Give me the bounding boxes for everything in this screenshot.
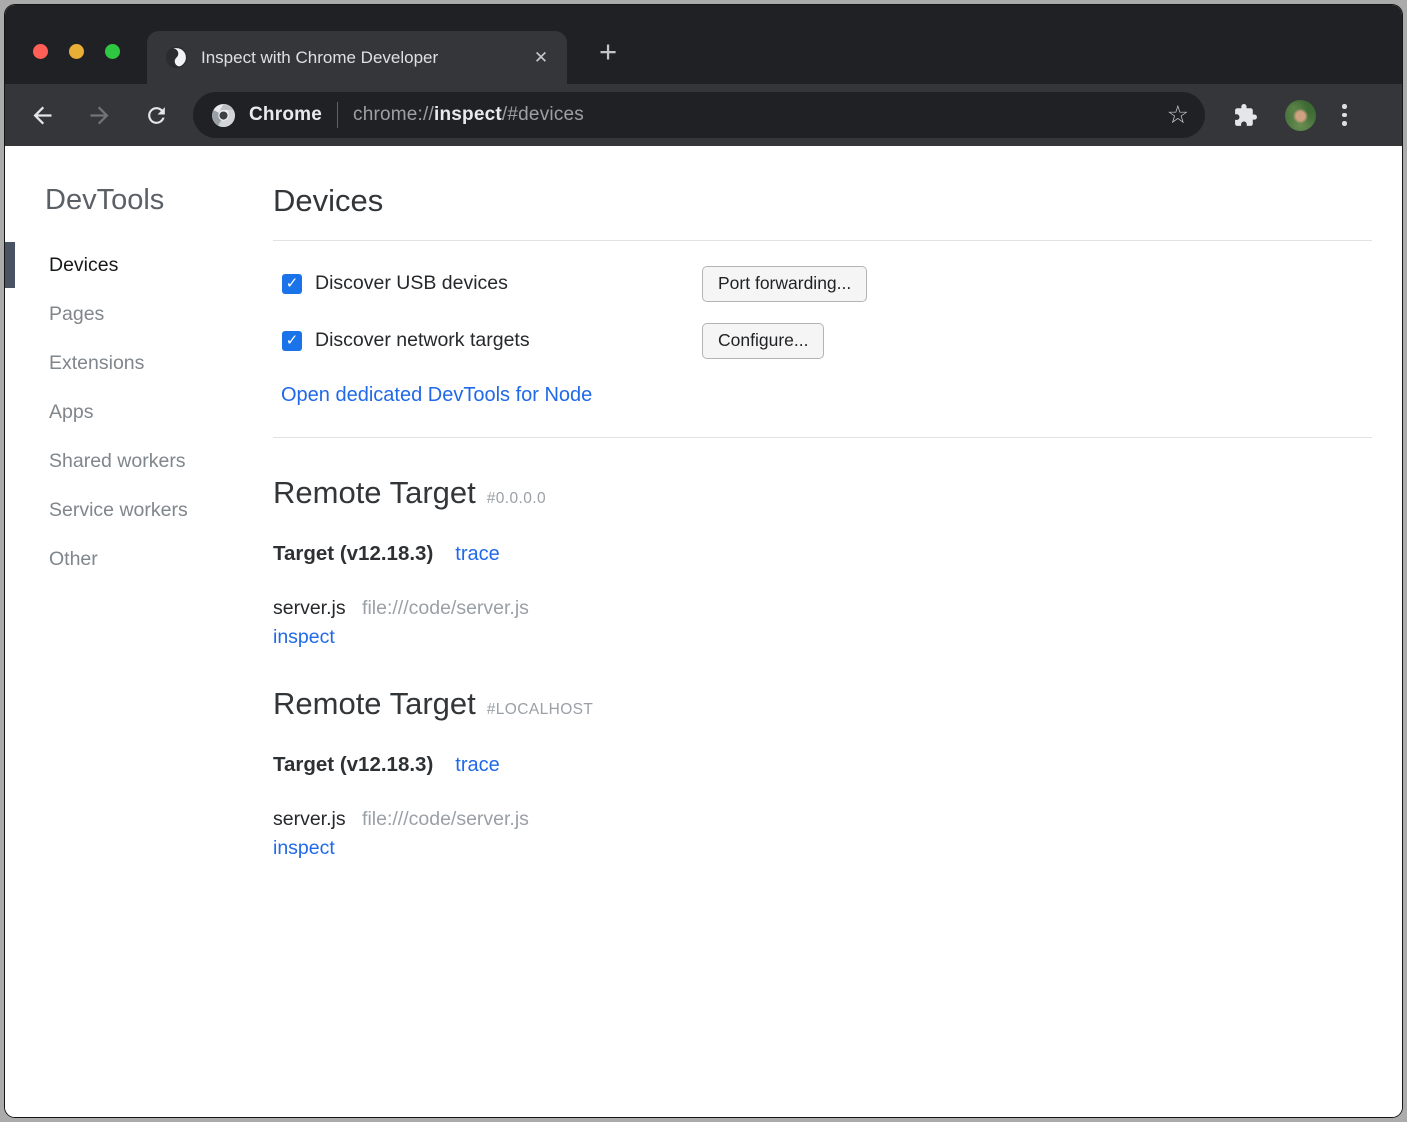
site-name-label: Chrome (249, 104, 322, 126)
remote-target-section-0: Remote Target #0.0.0.0 Target (v12.18.3)… (273, 475, 1372, 649)
discovery-settings: ✓ Discover USB devices Port forwarding..… (273, 241, 1372, 407)
sidebar-title: DevTools (45, 184, 273, 217)
reload-icon[interactable] (135, 94, 177, 136)
remote-target-section-1: Remote Target #LOCALHOST Target (v12.18.… (273, 686, 1372, 860)
sidebar-item-other[interactable]: Other (5, 535, 273, 584)
browser-tab[interactable]: Inspect with Chrome Developer ✕ (147, 31, 567, 84)
minimize-window-button[interactable] (69, 44, 84, 59)
target-inspect-row: inspect (273, 626, 1372, 649)
url-path: /#devices (502, 104, 584, 125)
remote-target-heading: Remote Target #0.0.0.0 (273, 475, 1372, 511)
url-host: inspect (434, 104, 502, 125)
globe-icon (165, 46, 188, 69)
discover-network-label: Discover network targets (315, 329, 530, 352)
inspect-link[interactable]: inspect (273, 837, 335, 859)
sidebar-item-devices[interactable]: Devices (5, 241, 273, 290)
remote-target-heading: Remote Target #LOCALHOST (273, 686, 1372, 722)
tab-title: Inspect with Chrome Developer (201, 48, 501, 68)
browser-window: Inspect with Chrome Developer ✕ + (5, 5, 1402, 1117)
remote-target-address: #0.0.0.0 (487, 490, 546, 508)
browser-toolbar: Chrome chrome://inspect/#devices ☆ (5, 84, 1402, 146)
discover-usb-checkbox[interactable]: ✓ (282, 274, 302, 294)
address-bar[interactable]: Chrome chrome://inspect/#devices ☆ (193, 92, 1205, 138)
trace-link[interactable]: trace (455, 754, 499, 777)
open-node-devtools-link[interactable]: Open dedicated DevTools for Node (281, 384, 592, 406)
target-file-row: server.js file:///code/server.js (273, 808, 1372, 831)
forward-icon[interactable] (78, 94, 120, 136)
traffic-lights (33, 44, 120, 59)
chrome-logo-icon (211, 103, 236, 128)
extensions-puzzle-icon[interactable] (1233, 103, 1258, 128)
sidebar-item-apps[interactable]: Apps (5, 388, 273, 437)
target-file-url: file:///code/server.js (362, 808, 529, 830)
port-forwarding-button[interactable]: Port forwarding... (702, 266, 867, 302)
main-content: Devices ✓ Discover USB devices Port forw… (273, 146, 1402, 1117)
usb-discovery-option: ✓ Discover USB devices (273, 272, 702, 295)
network-discovery-row: ✓ Discover network targets Configure... (273, 312, 1372, 369)
remote-target-title: Remote Target (273, 475, 476, 511)
configure-button[interactable]: Configure... (702, 323, 824, 359)
sidebar-item-pages[interactable]: Pages (5, 290, 273, 339)
target-file-name: server.js (273, 808, 346, 830)
usb-discovery-row: ✓ Discover USB devices Port forwarding..… (273, 255, 1372, 312)
target-version-label: Target (v12.18.3) (273, 753, 433, 777)
node-devtools-row: Open dedicated DevTools for Node (281, 384, 1372, 407)
inspect-link[interactable]: inspect (273, 626, 335, 648)
url-text[interactable]: chrome://inspect/#devices (353, 104, 584, 126)
discover-network-checkbox[interactable]: ✓ (282, 331, 302, 351)
omnibox-divider (337, 102, 338, 128)
target-version-row: Target (v12.18.3) trace (273, 542, 1372, 566)
target-file-url: file:///code/server.js (362, 597, 529, 619)
url-scheme: chrome:// (353, 104, 434, 125)
divider (273, 437, 1372, 438)
new-tab-button[interactable]: + (591, 35, 625, 69)
three-dot-menu-icon[interactable] (1342, 104, 1347, 126)
close-window-button[interactable] (33, 44, 48, 59)
sidebar-list: Devices Pages Extensions Apps Shared wor… (5, 241, 273, 584)
remote-target-address: #LOCALHOST (487, 701, 594, 719)
target-file-row: server.js file:///code/server.js (273, 597, 1372, 620)
target-version-label: Target (v12.18.3) (273, 542, 433, 566)
sidebar-item-extensions[interactable]: Extensions (5, 339, 273, 388)
target-file-name: server.js (273, 597, 346, 619)
inspect-page: DevTools Devices Pages Extensions Apps S… (5, 146, 1402, 1117)
trace-link[interactable]: trace (455, 543, 499, 566)
network-discovery-option: ✓ Discover network targets (273, 329, 702, 352)
discover-usb-label: Discover USB devices (315, 272, 508, 295)
sidebar-item-shared-workers[interactable]: Shared workers (5, 437, 273, 486)
zoom-window-button[interactable] (105, 44, 120, 59)
target-inspect-row: inspect (273, 837, 1372, 860)
profile-avatar[interactable] (1285, 100, 1316, 131)
bookmark-star-icon[interactable]: ☆ (1167, 103, 1189, 128)
tab-close-icon[interactable]: ✕ (529, 46, 553, 70)
back-icon[interactable] (21, 94, 63, 136)
target-version-row: Target (v12.18.3) trace (273, 753, 1372, 777)
site-chip: Chrome (211, 103, 322, 128)
sidebar-item-service-workers[interactable]: Service workers (5, 486, 273, 535)
page-title: Devices (273, 183, 1372, 219)
sidebar: DevTools Devices Pages Extensions Apps S… (5, 146, 273, 1117)
tab-strip: Inspect with Chrome Developer ✕ + (5, 5, 1402, 84)
remote-target-title: Remote Target (273, 686, 476, 722)
